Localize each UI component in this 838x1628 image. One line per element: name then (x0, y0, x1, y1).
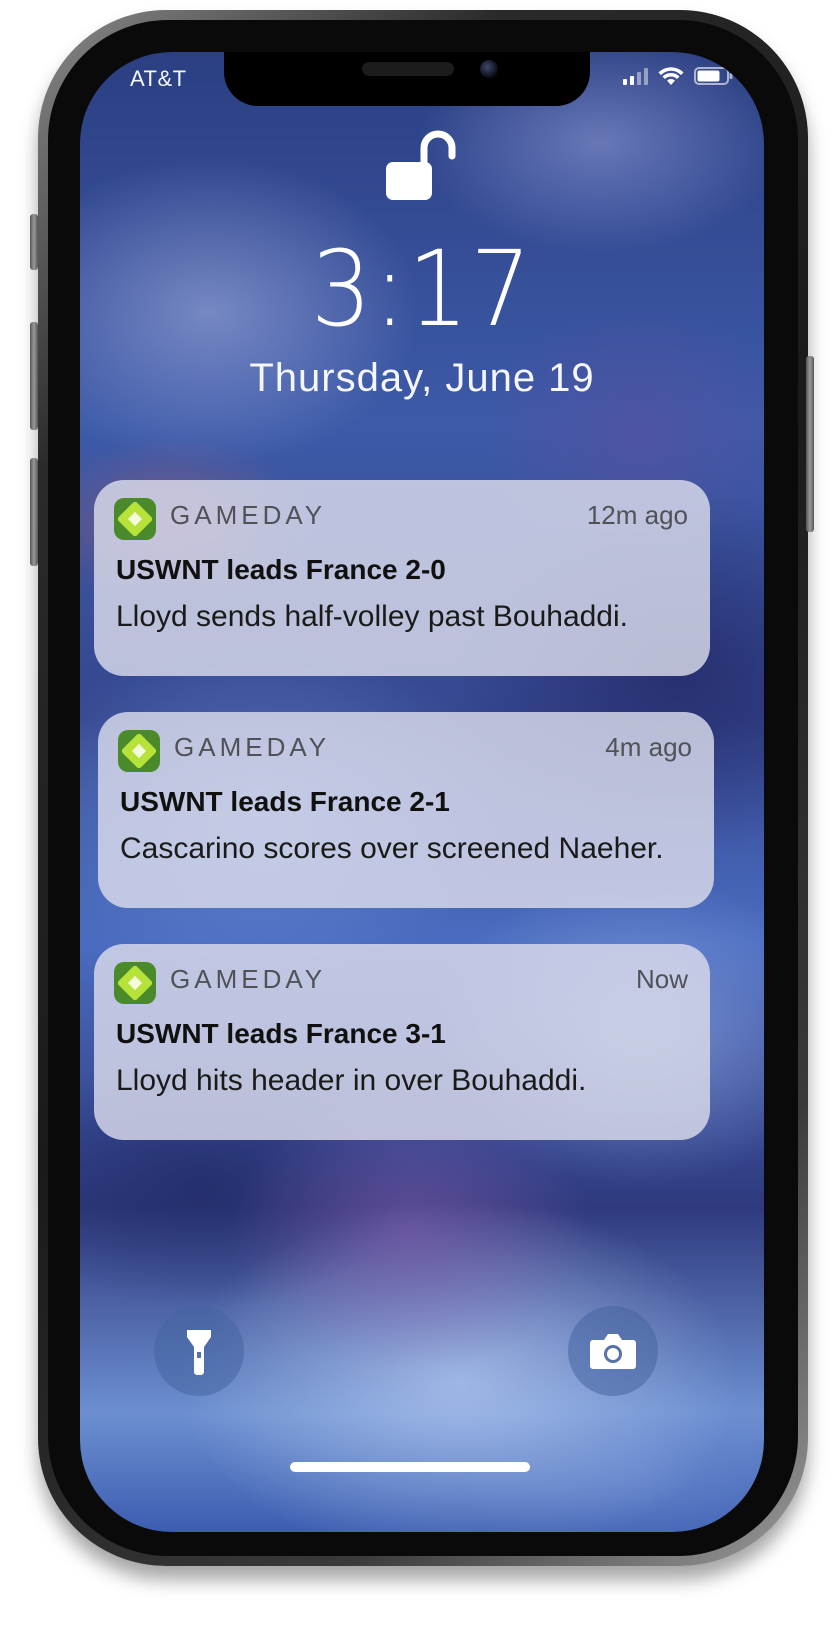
lock-screen-date: Thursday, June 19 (249, 356, 595, 400)
notification-app-name: GAMEDAY (174, 732, 331, 762)
home-indicator[interactable] (290, 1462, 530, 1472)
notification-title: USWNT leads France 3-1 (116, 1018, 446, 1049)
carrier-name: AT&T (130, 66, 187, 91)
front-camera (480, 60, 498, 78)
earpiece-speaker (362, 62, 454, 76)
notification-app-name: GAMEDAY (170, 964, 327, 994)
status-icons (623, 66, 734, 86)
flashlight-button[interactable] (154, 1306, 244, 1396)
power-button (806, 356, 814, 532)
volume-up-button (30, 322, 38, 430)
flashlight-icon (187, 1330, 211, 1375)
notification-title: USWNT leads France 2-1 (120, 786, 450, 817)
notification-body: Lloyd sends half-volley past Bouhaddi. (116, 600, 628, 633)
mute-switch (30, 214, 38, 270)
lock-screen: AT&T 3:17 Thursday, June 19 GAMEDAY 12m … (80, 52, 764, 1532)
notification-time: 12m ago (586, 500, 688, 530)
notification-time: Now (635, 964, 688, 994)
notification-time: 4m ago (605, 732, 692, 762)
lock-screen-time: 3:17 (310, 228, 534, 350)
notification-app-name: GAMEDAY (170, 500, 327, 530)
volume-down-button (30, 458, 38, 566)
notification-body: Lloyd hits header in over Bouhaddi. (116, 1064, 587, 1097)
camera-button[interactable] (568, 1306, 658, 1396)
notch (224, 52, 590, 106)
notification-card[interactable]: GAMEDAY Now USWNT leads France 3-1 Lloyd… (94, 944, 710, 1140)
camera-icon (590, 1334, 636, 1369)
signal-icon (623, 67, 648, 85)
notification-title: USWNT leads France 2-0 (116, 554, 446, 585)
unlocked-padlock-icon (386, 130, 456, 200)
gameday-app-icon (114, 498, 156, 540)
notification-card[interactable]: GAMEDAY 12m ago USWNT leads France 2-0 L… (94, 480, 710, 676)
gameday-app-icon (118, 730, 160, 772)
gameday-app-icon (114, 962, 156, 1004)
notification-card[interactable]: GAMEDAY 4m ago USWNT leads France 2-1 Ca… (98, 712, 714, 908)
notification-body: Cascarino scores over screened Naeher. (120, 832, 664, 865)
battery-icon (694, 67, 733, 85)
wifi-icon (658, 67, 684, 85)
